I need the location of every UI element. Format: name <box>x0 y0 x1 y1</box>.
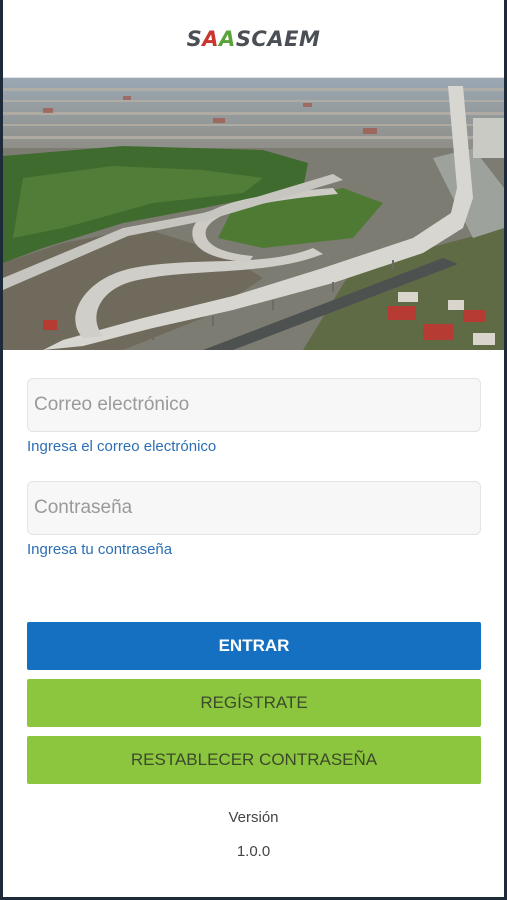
login-form: Ingresa el correo electrónico Ingresa tu… <box>3 350 504 558</box>
email-field[interactable] <box>27 378 481 432</box>
password-hint: Ingresa tu contraseña <box>27 541 173 558</box>
login-button[interactable]: ENTRAR <box>27 622 481 670</box>
logo-letter-a-red: A <box>202 26 220 51</box>
password-group: Ingresa tu contraseña <box>27 481 481 558</box>
reset-password-button[interactable]: RESTABLECER CONTRASEÑA <box>27 736 481 784</box>
logo-text-rest: SCAEM <box>235 26 321 51</box>
version-number: 1.0.0 <box>236 843 271 860</box>
saascaem-logo: S A A SCAEM <box>187 27 321 51</box>
password-field[interactable] <box>27 481 481 535</box>
action-buttons: ENTRAR REGÍSTRATE RESTABLECER CONTRASEÑA <box>27 622 481 793</box>
email-hint: Ingresa el correo electrónico <box>27 438 217 455</box>
app-header: S A A SCAEM <box>3 0 504 78</box>
version-label: Versión <box>228 809 279 826</box>
highway-interchange-photo <box>3 78 504 350</box>
register-button[interactable]: REGÍSTRATE <box>27 679 481 727</box>
email-group: Ingresa el correo electrónico <box>27 378 481 455</box>
logo-letter-a-green: A <box>219 26 236 51</box>
logo-letter-s: S <box>186 26 203 51</box>
app-screen: S A A SCAEM Correo electrónico Ingresa e… <box>0 0 507 900</box>
